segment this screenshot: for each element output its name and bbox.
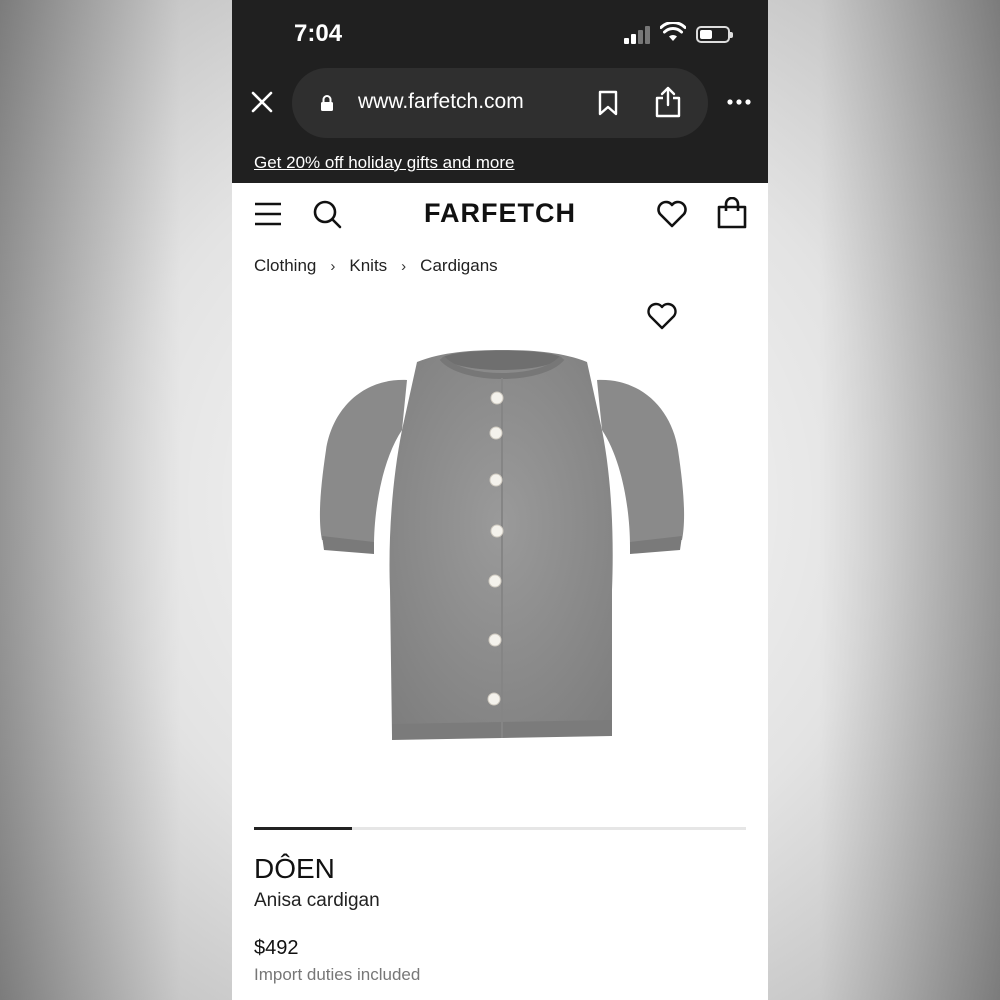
share-icon[interactable] (654, 86, 682, 118)
status-time: 7:04 (294, 20, 343, 47)
add-to-wishlist-heart-icon[interactable] (646, 302, 678, 330)
browser-toolbar: www.farfetch.com (232, 68, 768, 143)
status-bar: 7:04 (232, 0, 768, 68)
gallery-progress-bar (254, 827, 353, 830)
gallery-progress-track (254, 827, 746, 830)
battery-icon (696, 26, 733, 43)
bag-icon[interactable] (717, 197, 747, 229)
bookmark-icon[interactable] (598, 90, 618, 116)
product-brand[interactable]: DÔEN (254, 853, 335, 885)
product-image[interactable] (302, 340, 702, 750)
site-header: FARFETCH (232, 183, 768, 245)
breadcrumb-item-knits[interactable]: Knits (349, 256, 387, 275)
phone-screen: 7:04 www.farfetch.com Get 20% off holida… (232, 0, 768, 1000)
more-icon[interactable] (726, 98, 752, 106)
breadcrumb: Clothing › Knits › Cardigans (254, 256, 498, 276)
signal-icon (624, 26, 652, 44)
heart-icon[interactable] (656, 200, 688, 228)
product-name: Anisa cardigan (254, 890, 380, 911)
close-icon[interactable] (250, 90, 274, 114)
breadcrumb-item-cardigans[interactable]: Cardigans (420, 256, 498, 275)
breadcrumb-separator: › (330, 258, 336, 275)
breadcrumb-item-clothing[interactable]: Clothing (254, 256, 316, 275)
promo-banner: Get 20% off holiday gifts and more (232, 143, 768, 183)
product-price: $492 (254, 937, 299, 959)
breadcrumb-separator: › (401, 258, 407, 275)
address-bar[interactable]: www.farfetch.com (292, 68, 708, 138)
duties-note: Import duties included (254, 965, 421, 984)
lock-icon (321, 95, 333, 111)
promo-link[interactable]: Get 20% off holiday gifts and more (254, 153, 515, 173)
wifi-icon (660, 22, 686, 41)
url-text[interactable]: www.farfetch.com (358, 90, 524, 114)
